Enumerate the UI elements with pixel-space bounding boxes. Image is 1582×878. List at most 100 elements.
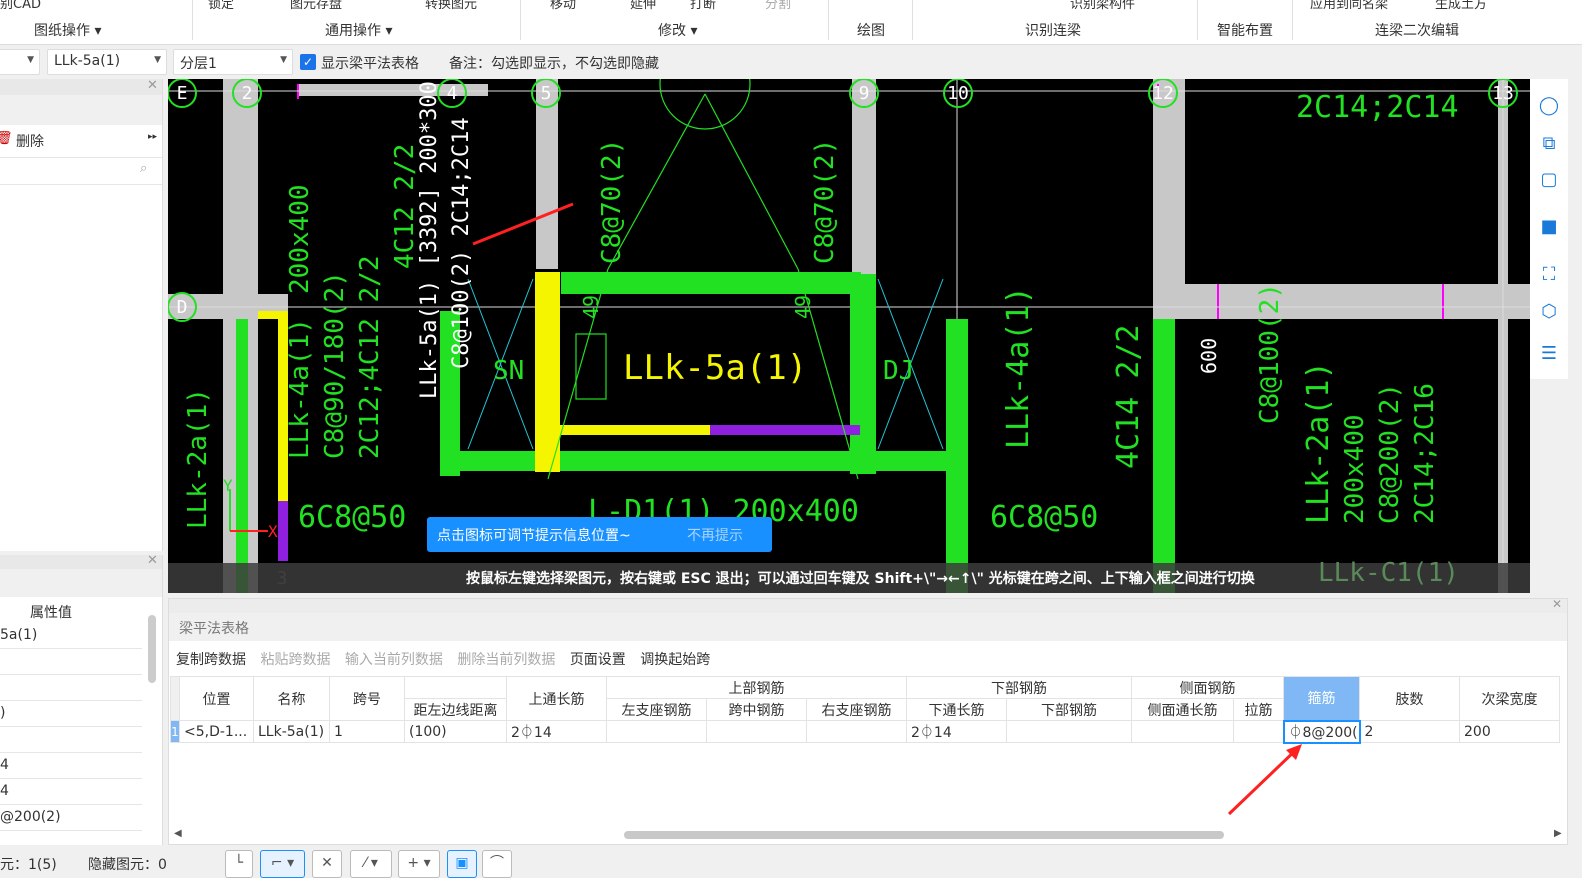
dismiss-tip-button[interactable]: 不再提示 — [687, 525, 743, 545]
col-header[interactable]: 名称 — [253, 676, 330, 721]
list-view-icon[interactable]: ☰ — [1536, 341, 1562, 367]
prop-row[interactable]: 4 — [0, 753, 142, 779]
group-modify[interactable]: 修改 ▾ — [658, 20, 697, 40]
col-header[interactable]: 跨号 — [329, 676, 405, 721]
col-header[interactable]: 跨中钢筋 — [706, 698, 807, 721]
tooltip-text: 点击图标可调节提示信息位置~ — [437, 528, 631, 544]
line-icon[interactable]: ⁄ ▾ — [350, 850, 392, 878]
cad-text: C8@90/180(2) — [320, 271, 350, 459]
prop-row[interactable]: 5a(1) — [0, 623, 142, 649]
stirrup-input[interactable]: ⏀8@200( — [1282, 719, 1361, 744]
view-toolbar: ◯ ⧉ ▢ ■ ⛶ ⬡ ☰ — [1530, 79, 1568, 379]
axis-x-label: X — [268, 522, 278, 541]
scroll-right-icon[interactable]: ▶ — [1554, 828, 1562, 839]
select-icon[interactable]: ▣ — [447, 850, 477, 878]
prop-row[interactable] — [0, 675, 142, 701]
ribbon-earthwork[interactable]: 生成土方 — [1435, 0, 1487, 12]
ribbon-identify-beam[interactable]: 识别梁构件 — [1070, 0, 1135, 12]
solid-cube-icon[interactable]: ■ — [1536, 214, 1562, 240]
prop-row[interactable] — [0, 727, 142, 753]
group-header: 侧面钢筋 — [1131, 676, 1284, 699]
ribbon-move[interactable]: 移动 — [550, 0, 576, 12]
ribbon-convert[interactable]: 转换图元 — [425, 0, 477, 12]
group-draw[interactable]: 绘图 — [857, 20, 885, 40]
col-header[interactable]: 次梁宽度 — [1459, 676, 1560, 721]
ortho-icon[interactable]: └ — [225, 850, 253, 878]
beam-table-panel: ✕ 梁平法表格 复制跨数据 粘贴跨数据 输入当前列数据 删除当前列数据 页面设置… — [168, 597, 1568, 845]
col-header[interactable]: 下通长筋 — [906, 698, 1007, 721]
cad-text: 2C14;2C16 — [1410, 383, 1440, 524]
group-identify-beam[interactable]: 识别连梁 — [1025, 20, 1081, 40]
col-header[interactable]: 上通长筋 — [506, 676, 607, 721]
ribbon-split[interactable]: 分割 — [765, 0, 791, 12]
cad-text: LLk-4a(1) — [285, 318, 315, 459]
col-header[interactable]: 拉筋 — [1233, 698, 1284, 721]
cad-text: SN — [493, 356, 524, 386]
col-header[interactable]: 位置 — [179, 676, 254, 721]
prop-row[interactable]: ) — [0, 701, 142, 727]
prop-row[interactable]: @200(2) — [0, 805, 142, 831]
grid-label: 9 — [859, 83, 870, 104]
prop-row[interactable]: 4 — [0, 779, 142, 805]
beam-table: 位置 名称 跨号 上通长筋 上部钢筋 下部钢筋 侧面钢筋 箍筋 肢数 次梁宽度 … — [170, 676, 1560, 744]
close-icon[interactable]: ✕ — [1552, 597, 1562, 611]
page-setup-button[interactable]: 页面设置 — [570, 652, 626, 668]
swap-start-span-button[interactable]: 调换起始跨 — [640, 652, 710, 668]
paste-span-button[interactable]: 粘贴跨数据 — [260, 652, 330, 668]
red-arrow-icon — [1227, 744, 1302, 816]
group-beam-edit[interactable]: 连梁二次编辑 — [1375, 20, 1459, 40]
prop-row[interactable] — [0, 649, 142, 675]
ribbon-lock[interactable]: 锁定 — [208, 0, 234, 12]
table-row[interactable]: 1 <5,D-1... LLk-5a(1) 1 (100) 2⏀14 2⏀14 … — [170, 719, 1560, 744]
element-count: 元：1(5) — [0, 857, 57, 873]
group-smart-layout[interactable]: 智能布置 — [1217, 20, 1273, 40]
col-header[interactable]: 下部钢筋 — [1006, 698, 1132, 721]
layer-select[interactable]: 分层1 ▼ — [173, 49, 293, 75]
group-drawing-ops[interactable]: 图纸操作 ▾ — [34, 20, 101, 40]
snap-icon[interactable]: ⌐ ▾ — [260, 850, 305, 878]
delete-column-button[interactable]: 删除当前列数据 — [457, 652, 555, 668]
3d-view-icon[interactable]: ⧉ — [1536, 131, 1562, 157]
ribbon-apply-same[interactable]: 应用到同名梁 — [1310, 0, 1388, 12]
scroll-left-icon[interactable]: ◀ — [174, 828, 182, 839]
expand-icon[interactable]: ▸▸ — [148, 132, 157, 142]
curve-icon[interactable]: ⌒ — [482, 850, 512, 878]
type-select[interactable]: ▼ — [0, 49, 40, 75]
cad-text: 600 — [1197, 338, 1221, 374]
panel-title: 梁平法表格 — [179, 621, 249, 637]
cad-text: 6C8@50 — [990, 500, 1098, 535]
col-header[interactable]: 侧面通长筋 — [1131, 698, 1234, 721]
ribbon-break[interactable]: 打断 — [690, 0, 716, 12]
copy-span-button[interactable]: 复制跨数据 — [176, 652, 246, 668]
close-icon[interactable]: ✕ — [147, 553, 158, 568]
ribbon: 别CAD 锁定 图元存盘 转换图元 移动 延伸 打断 分割 识别梁构件 应用到同… — [0, 0, 1582, 45]
scrollbar[interactable] — [148, 615, 156, 683]
horizontal-scrollbar[interactable] — [624, 831, 1224, 839]
box-view-icon[interactable]: ⬡ — [1536, 299, 1562, 325]
ribbon-save-element[interactable]: 图元存盘 — [290, 0, 342, 12]
col-header[interactable]: 肢数 — [1359, 676, 1460, 721]
cad-text: LLk-4a(1) — [1001, 286, 1036, 449]
ribbon-extend[interactable]: 延伸 — [630, 0, 656, 12]
fit-view-icon[interactable]: ⛶ — [1536, 262, 1562, 288]
ribbon-identify-cad[interactable]: 别CAD — [0, 0, 41, 12]
show-table-checkbox[interactable]: ✓ — [300, 54, 316, 70]
delete-button[interactable]: 删除 — [16, 131, 44, 151]
beam-select[interactable]: LLk-5a(1) ▼ — [47, 49, 167, 75]
show-table-label[interactable]: 显示梁平法表格 — [321, 53, 419, 73]
grid-label: 12 — [1152, 83, 1174, 104]
cross-icon[interactable]: ✕ — [312, 850, 342, 878]
col-header[interactable]: 距左边线距离 — [404, 698, 507, 721]
input-column-button[interactable]: 输入当前列数据 — [345, 652, 443, 668]
col-header-stirrup[interactable]: 箍筋 — [1283, 676, 1360, 721]
col-header[interactable]: 右支座钢筋 — [806, 698, 907, 721]
search-input[interactable] — [0, 157, 162, 185]
close-icon[interactable]: ✕ — [147, 78, 158, 93]
cad-canvas[interactable]: E 2 4 5 9 10 12 13 D 3 LLk-5a(1) [3392] … — [168, 79, 1530, 593]
cube-icon[interactable]: ▢ — [1536, 167, 1562, 193]
delete-icon: 🗑 — [0, 131, 13, 146]
group-general-ops[interactable]: 通用操作 ▾ — [325, 20, 392, 40]
col-header[interactable]: 左支座钢筋 — [606, 698, 707, 721]
offset-icon[interactable]: + ▾ — [398, 850, 440, 878]
orbit-icon[interactable]: ◯ — [1536, 93, 1562, 119]
